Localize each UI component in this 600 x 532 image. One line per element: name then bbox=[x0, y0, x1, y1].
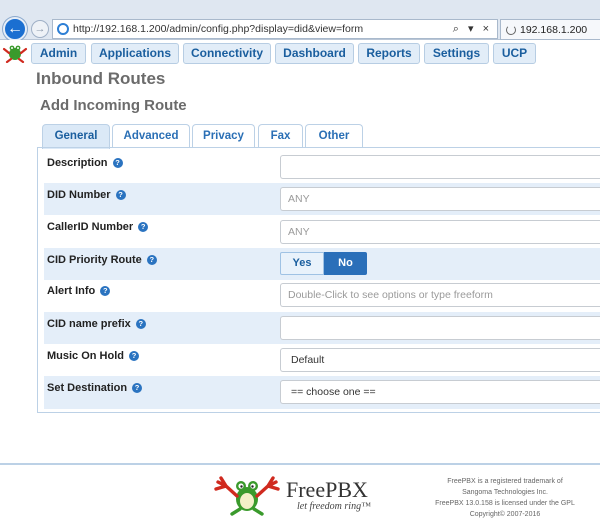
help-icon[interactable]: ? bbox=[138, 222, 149, 232]
loading-spinner-icon bbox=[506, 25, 516, 35]
module-menu-bar: Admin Applications Connectivity Dashboar… bbox=[0, 40, 600, 66]
freepbx-frog-logo-icon[interactable] bbox=[2, 43, 28, 63]
form-row-music-on-hold: Music On Hold? Default bbox=[44, 344, 600, 376]
footer-brand: FreePBX bbox=[286, 477, 368, 502]
tab-fax[interactable]: Fax bbox=[258, 124, 303, 148]
cid-name-prefix-label: CID name prefix? bbox=[47, 318, 146, 330]
footer-legal-text: FreePBX is a registered trademark of San… bbox=[420, 476, 590, 520]
menu-ucp[interactable]: UCP bbox=[493, 43, 536, 64]
legal-line: FreePBX 13.0.158 is licensed under the G… bbox=[435, 500, 575, 507]
form-row-set-destination: Set Destination? == choose one == bbox=[44, 376, 600, 409]
form-row-callerid-number: CallerID Number? ANY bbox=[44, 215, 600, 247]
music-on-hold-select[interactable]: Default bbox=[280, 348, 600, 372]
cid-priority-no-toggle[interactable]: No bbox=[324, 252, 367, 275]
help-icon[interactable]: ? bbox=[115, 190, 126, 200]
footer-divider bbox=[0, 463, 600, 465]
help-icon[interactable]: ? bbox=[132, 383, 143, 393]
help-icon[interactable]: ? bbox=[112, 158, 123, 168]
legal-line: FreePBX is a registered trademark of bbox=[447, 478, 563, 485]
menu-applications[interactable]: Applications bbox=[91, 43, 179, 64]
set-destination-label: Set Destination? bbox=[47, 382, 143, 394]
page-title: Inbound Routes bbox=[36, 69, 166, 88]
legal-line: Copyright© 2007-2016 bbox=[469, 511, 541, 518]
back-arrow-icon[interactable]: ← bbox=[3, 17, 27, 41]
callerid-number-label: CallerID Number? bbox=[47, 221, 149, 233]
address-url[interactable]: http://192.168.1.200/admin/config.php?di… bbox=[73, 23, 363, 35]
did-number-input[interactable]: ANY bbox=[280, 187, 600, 211]
browser-tab[interactable]: 192.168.1.200 bbox=[500, 19, 600, 40]
browser-tab-title: 192.168.1.200 bbox=[520, 24, 588, 36]
tab-privacy[interactable]: Privacy bbox=[192, 124, 255, 148]
help-icon[interactable]: ? bbox=[135, 319, 146, 329]
cid-priority-route-label: CID Priority Route? bbox=[47, 254, 157, 266]
footer-tagline: let freedom ring™ bbox=[297, 501, 371, 512]
form-row-cid-priority-route: CID Priority Route? Yes No bbox=[44, 248, 600, 280]
help-icon[interactable]: ? bbox=[100, 286, 111, 296]
cid-name-prefix-input[interactable] bbox=[280, 316, 600, 340]
forward-arrow-icon[interactable]: → bbox=[31, 20, 49, 38]
address-tools[interactable]: ⌕ ▾ × bbox=[453, 22, 492, 36]
legal-line: Sangoma Technologies Inc. bbox=[462, 489, 548, 496]
tab-other[interactable]: Other bbox=[305, 124, 363, 148]
menu-admin[interactable]: Admin bbox=[31, 43, 86, 64]
form-row-cid-name-prefix: CID name prefix? bbox=[44, 312, 600, 344]
form-row-description: Description? bbox=[44, 151, 600, 183]
did-number-label: DID Number? bbox=[47, 189, 126, 201]
cid-priority-yes-toggle[interactable]: Yes bbox=[280, 252, 324, 275]
form-row-alert-info: Alert Info? Double-Click to see options … bbox=[44, 280, 600, 312]
alert-info-input[interactable]: Double-Click to see options or type free… bbox=[280, 283, 600, 307]
music-on-hold-label: Music On Hold? bbox=[47, 350, 139, 362]
alert-info-label: Alert Info? bbox=[47, 285, 111, 297]
menu-reports[interactable]: Reports bbox=[358, 43, 420, 64]
browser-chrome: ← → http://192.168.1.200/admin/config.ph… bbox=[0, 0, 600, 41]
description-label: Description? bbox=[47, 157, 123, 169]
menu-settings[interactable]: Settings bbox=[424, 43, 489, 64]
set-destination-select[interactable]: == choose one == bbox=[280, 380, 600, 404]
section-title: Add Incoming Route bbox=[40, 97, 187, 114]
help-icon[interactable]: ? bbox=[129, 351, 139, 361]
freepbx-frog-footer-logo-icon[interactable] bbox=[212, 474, 282, 516]
description-input[interactable] bbox=[280, 155, 600, 179]
browser-icon bbox=[57, 23, 69, 35]
menu-connectivity[interactable]: Connectivity bbox=[183, 43, 271, 64]
help-icon[interactable]: ? bbox=[146, 255, 157, 265]
address-bar[interactable]: http://192.168.1.200/admin/config.php?di… bbox=[52, 19, 498, 39]
menu-dashboard[interactable]: Dashboard bbox=[275, 43, 354, 64]
form-row-did-number: DID Number? ANY bbox=[44, 183, 600, 215]
callerid-number-input[interactable]: ANY bbox=[280, 220, 600, 244]
tab-general[interactable]: General bbox=[42, 124, 110, 149]
tab-advanced[interactable]: Advanced bbox=[112, 124, 190, 148]
